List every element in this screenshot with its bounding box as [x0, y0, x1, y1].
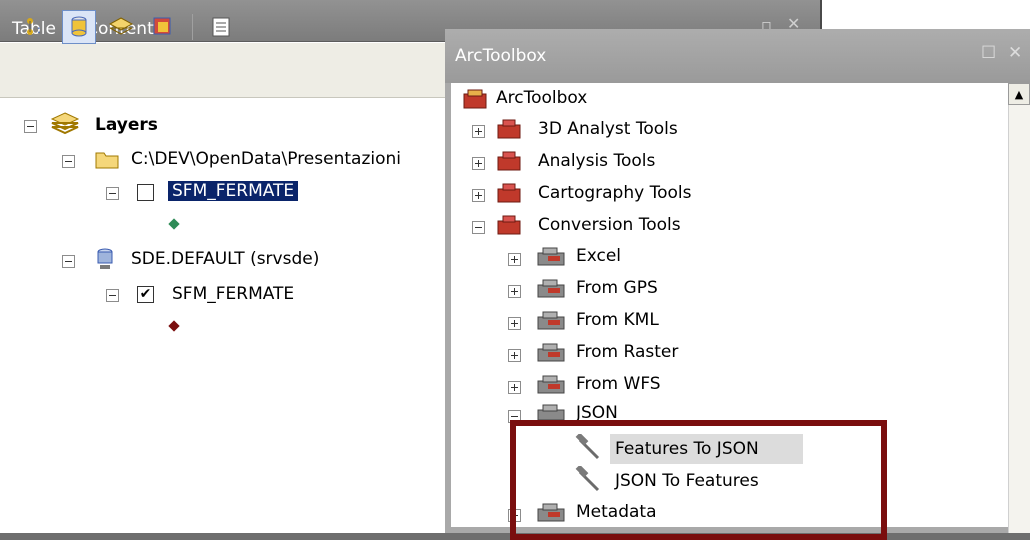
list-by-drawing-order-button[interactable]: :: [20, 10, 54, 44]
toolset-expand-toggle[interactable]: [508, 349, 521, 362]
red-toolbox-icon: [497, 151, 521, 171]
toolset-expand-toggle[interactable]: [472, 189, 485, 202]
toolset-label[interactable]: Conversion Tools: [538, 214, 681, 236]
sde-layer-label[interactable]: SFM_FERMATE: [172, 283, 294, 305]
selection-icon: [153, 17, 171, 35]
folder-collapse-toggle[interactable]: [62, 155, 75, 168]
sde-layer-visibility-checkbox[interactable]: ✔: [137, 286, 154, 303]
red-toolbox-icon: [497, 119, 521, 139]
toolset-expand-toggle[interactable]: [508, 285, 521, 298]
gray-toolset-icon: [537, 404, 565, 421]
list-by-drawing-order-icon: :: [27, 18, 41, 36]
sde-layer-collapse-toggle[interactable]: [106, 289, 119, 302]
gray-toolset-icon: [537, 343, 565, 362]
gray-toolset-icon: [537, 279, 565, 298]
toolset-label[interactable]: 3D Analyst Tools: [538, 118, 678, 140]
toolset-expand-toggle[interactable]: [508, 381, 521, 394]
options-list-icon: [212, 17, 230, 37]
toolset-label[interactable]: From GPS: [576, 277, 658, 299]
close-icon[interactable]: ✕: [1008, 43, 1022, 63]
toolbox-root-icon: [463, 89, 487, 109]
folder-layer-visibility-checkbox[interactable]: [137, 184, 154, 201]
arctoolbox-title: ArcToolbox: [455, 46, 547, 66]
list-by-source-button[interactable]: [62, 10, 96, 44]
background-window-edge: [820, 0, 1030, 29]
gray-toolset-icon: [537, 375, 565, 394]
toolset-label[interactable]: From KML: [576, 309, 659, 331]
toolset-label[interactable]: Analysis Tools: [538, 150, 655, 172]
layers-icon: [50, 112, 80, 135]
gray-toolset-icon: [537, 247, 565, 266]
red-toolbox-icon: [497, 215, 521, 235]
list-by-visibility-button[interactable]: [104, 10, 138, 44]
layers-collapse-toggle[interactable]: [24, 120, 37, 133]
folder-icon: [95, 152, 119, 169]
sde-collapse-toggle[interactable]: [62, 255, 75, 268]
toolset-expand-toggle[interactable]: [508, 317, 521, 330]
scroll-up-arrow-icon[interactable]: ▲: [1008, 83, 1030, 105]
maximize-icon[interactable]: ☐: [981, 43, 996, 63]
options-button[interactable]: [204, 10, 238, 44]
annotation-highlight-box: [510, 420, 887, 540]
folder-layer-collapse-toggle[interactable]: [106, 187, 119, 200]
toolset-label[interactable]: From WFS: [576, 373, 661, 395]
toolset-label[interactable]: JSON: [576, 402, 618, 420]
red-toolbox-icon: [497, 183, 521, 203]
layers-label[interactable]: Layers: [95, 114, 158, 136]
vertical-scrollbar[interactable]: [1008, 83, 1030, 533]
folder-layer-label[interactable]: SFM_FERMATE: [168, 181, 299, 201]
toolset-expand-toggle[interactable]: [472, 157, 485, 170]
svg-text::: :: [37, 23, 41, 36]
toolbar-separator: [192, 14, 193, 40]
toolset-label[interactable]: Cartography Tools: [538, 182, 691, 204]
database-icon: [71, 16, 87, 37]
toolset-expand-toggle[interactable]: [508, 253, 521, 266]
toolset-expand-toggle[interactable]: [472, 125, 485, 138]
gray-toolset-icon: [537, 311, 565, 330]
toolset-label[interactable]: Excel: [576, 245, 621, 267]
toolset-collapse-toggle[interactable]: [472, 221, 485, 234]
folder-workspace-label[interactable]: C:\DEV\OpenData\Presentazioni: [131, 148, 401, 170]
sde-database-icon: [97, 248, 113, 269]
arctoolbox-root-label[interactable]: ArcToolbox: [496, 87, 587, 109]
layers-stack-icon: [108, 17, 134, 35]
toolset-label[interactable]: From Raster: [576, 341, 678, 363]
list-by-selection-button[interactable]: [146, 10, 180, 44]
sde-connection-label[interactable]: SDE.DEFAULT (srvsde): [131, 248, 319, 270]
